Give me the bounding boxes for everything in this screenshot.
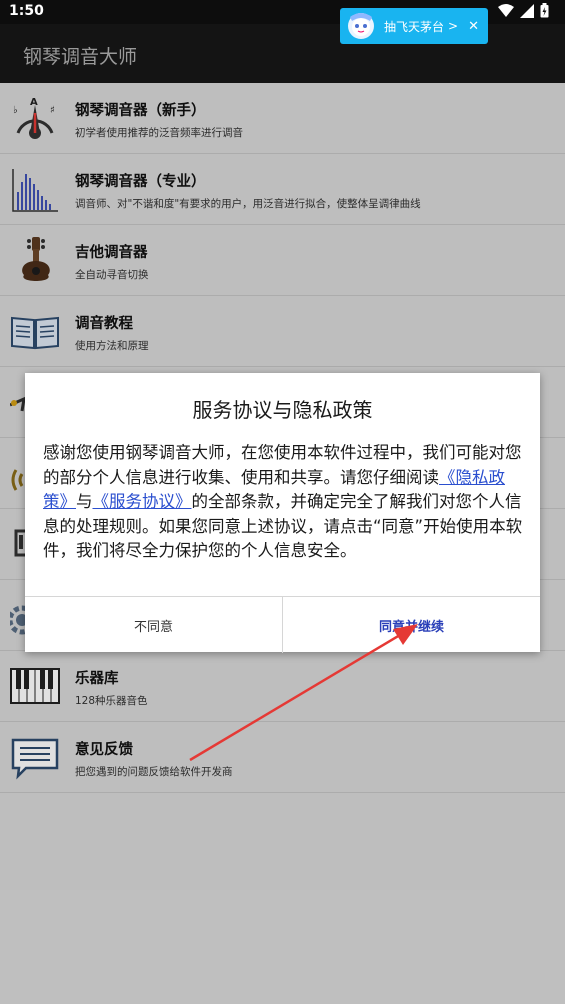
app-title: 钢琴调音大师 [23, 46, 138, 68]
accept-button[interactable]: 同意并继续 [283, 597, 540, 653]
decline-button[interactable]: 不同意 [25, 597, 283, 653]
dialog-body-connector: 与 [76, 492, 93, 511]
status-icons [498, 3, 549, 18]
ad-banner[interactable]: 抽飞天茅台 > ✕ [340, 8, 488, 44]
ad-text: 抽飞天茅台 [384, 19, 445, 34]
mascot-icon [342, 9, 380, 43]
wifi-icon [498, 3, 514, 17]
dialog-button-row: 不同意 同意并继续 [25, 596, 540, 653]
service-agreement-link[interactable]: 《服务协议》 [93, 492, 192, 511]
battery-icon [540, 3, 549, 18]
signal-icon [520, 3, 534, 18]
dialog-title: 服务协议与隐私政策 [192, 398, 373, 422]
close-ad-button[interactable]: ✕ [468, 19, 479, 34]
dialog-body: 感谢您使用钢琴调音大师，在您使用本软件过程中，我们可能对您的部分个人信息进行收集… [43, 441, 525, 564]
status-time: 1:50 [9, 3, 44, 19]
privacy-dialog: 服务协议与隐私政策 感谢您使用钢琴调音大师，在您使用本软件过程中，我们可能对您的… [25, 373, 540, 653]
chevron-right-icon: > [448, 19, 459, 33]
